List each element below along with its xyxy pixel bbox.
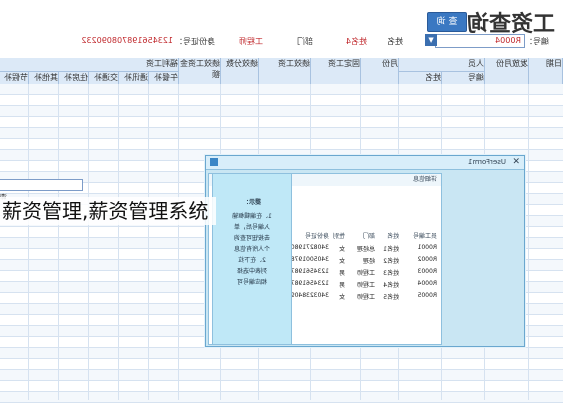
query-button[interactable]: 查 询 (427, 12, 467, 32)
search-input[interactable] (0, 179, 83, 191)
id-card-value: 123456198708090232 (81, 36, 173, 45)
record-cell: 姓名5 (383, 294, 399, 301)
grid-line (28, 84, 29, 400)
record-cell: 工程师 (356, 270, 375, 277)
record-cell: 女 (338, 246, 345, 253)
rec-head-gender: 性别 (332, 233, 345, 240)
userform-dialog: ✕ UserForm1 详细信息 员工编号 姓名 部门 性别 身份证号 R000… (0, 155, 525, 347)
record-cell: 总经理 (356, 246, 375, 253)
table-row[interactable] (0, 139, 563, 150)
table-row[interactable] (0, 348, 563, 359)
rec-head-name: 姓名 (386, 233, 399, 240)
record-cell: 姓名3 (383, 270, 399, 277)
col-person: 人员 (399, 58, 485, 71)
table-row[interactable] (0, 95, 563, 106)
table-header: 日期 发放月份 人员 编号 姓名 月份 固定工资 绩效工资 绩效分数 绩效工资金… (0, 58, 563, 93)
record-cell: R0001 (417, 244, 437, 251)
grid-line (178, 84, 179, 400)
help-panel: 提示： 1、在编辑框输 入编号后，单 击按钮可查询 个人所有信息 2、在下拉列表中选择相… (0, 173, 292, 345)
record-cell: R0002 (417, 256, 437, 263)
col-date: 日期 (529, 58, 563, 84)
rec-head-id: 员工编号 (412, 233, 437, 240)
grid-line (58, 84, 59, 400)
record-cell: 男 (338, 282, 345, 289)
query-header: 工资查询 查 询 编号： R0004 ▼ 姓名 姓名4 部门 工程师 身份证号：… (0, 0, 563, 58)
record-cell: 女 (338, 294, 345, 301)
table-row[interactable] (0, 370, 563, 381)
record-cell: 男 (338, 270, 345, 277)
dept-label: 部门 (297, 37, 313, 46)
table-row[interactable] (0, 106, 563, 117)
panel-line: 列表中选择 (237, 268, 268, 275)
panel-line: 2、在下拉 (238, 257, 266, 264)
col-housing: 住房补贴 (59, 71, 89, 93)
panel-line: 相应编号可 (237, 279, 268, 286)
table-row[interactable] (0, 128, 563, 139)
dialog-title: UserForm1 (467, 158, 506, 166)
grid-line (528, 84, 529, 400)
col-perf-score: 绩效分数 (221, 58, 259, 84)
position-value: 工程师 (239, 37, 263, 46)
col-welfare: 福利工资 (0, 58, 179, 71)
record-cell: 经理 (362, 258, 375, 265)
rec-head-dept: 部门 (362, 233, 375, 240)
close-icon[interactable]: ✕ (512, 157, 520, 167)
table-row[interactable] (0, 359, 563, 370)
col-phone: 通讯补贴 (119, 71, 149, 93)
col-holiday: 节假补贴 (0, 71, 29, 93)
name-value: 姓名4 (345, 37, 367, 46)
col-emp-name: 姓名 (399, 71, 442, 84)
table-row[interactable] (0, 84, 563, 95)
record-cell: 工程师 (356, 294, 375, 301)
name-label: 姓名 (387, 37, 403, 46)
dialog-titlebar: ✕ UserForm1 (206, 156, 524, 170)
panel-line: 击按钮可查询 (234, 235, 271, 242)
caption-overlay: 薪资管理,薪资管理系统 (0, 197, 217, 225)
col-transport: 交通补贴 (89, 71, 119, 93)
panel-line: 个人所有信息 (234, 246, 271, 253)
record-cell: 姓名2 (383, 258, 399, 265)
grid-line (148, 84, 149, 400)
table-row[interactable] (0, 117, 563, 128)
record-cell: R0005 (417, 292, 437, 299)
table-row[interactable] (0, 381, 563, 392)
col-other: 其他补贴 (29, 71, 59, 93)
panel-title: 提示： (243, 199, 262, 206)
panel-line: 1、在编辑框输 (232, 213, 272, 220)
grid-line (118, 84, 119, 400)
record-cell: R0003 (417, 268, 437, 275)
col-perf-amount: 绩效工资金额 (179, 58, 221, 84)
panel-line: 入编号后，单 (234, 224, 271, 231)
record-cell: 姓名4 (383, 282, 399, 289)
emp-id-field[interactable]: R0004 (435, 34, 525, 48)
col-month: 月份 (361, 58, 399, 84)
col-emp-no: 编号 (442, 71, 485, 84)
table-row[interactable] (0, 392, 563, 403)
record-cell: 女 (338, 258, 345, 265)
chevron-down-icon[interactable]: ▼ (425, 34, 437, 46)
col-lunch: 午餐补贴 (149, 71, 179, 93)
id-card-label: 身份证号： (175, 37, 215, 46)
record-cell: 工程师 (356, 282, 375, 289)
emp-id-label: 编号： (525, 37, 549, 46)
col-pay-month: 发放月份 (485, 58, 529, 84)
rec-head-idcard: 身份证号 (304, 233, 329, 240)
app-icon (210, 158, 218, 166)
grid-line (88, 84, 89, 400)
record-cell: 姓名1 (383, 246, 399, 253)
col-fixed-pay: 固定工资 (311, 58, 361, 84)
col-perf-pay: 绩效工资 (259, 58, 311, 84)
record-cell: R0004 (417, 280, 437, 287)
